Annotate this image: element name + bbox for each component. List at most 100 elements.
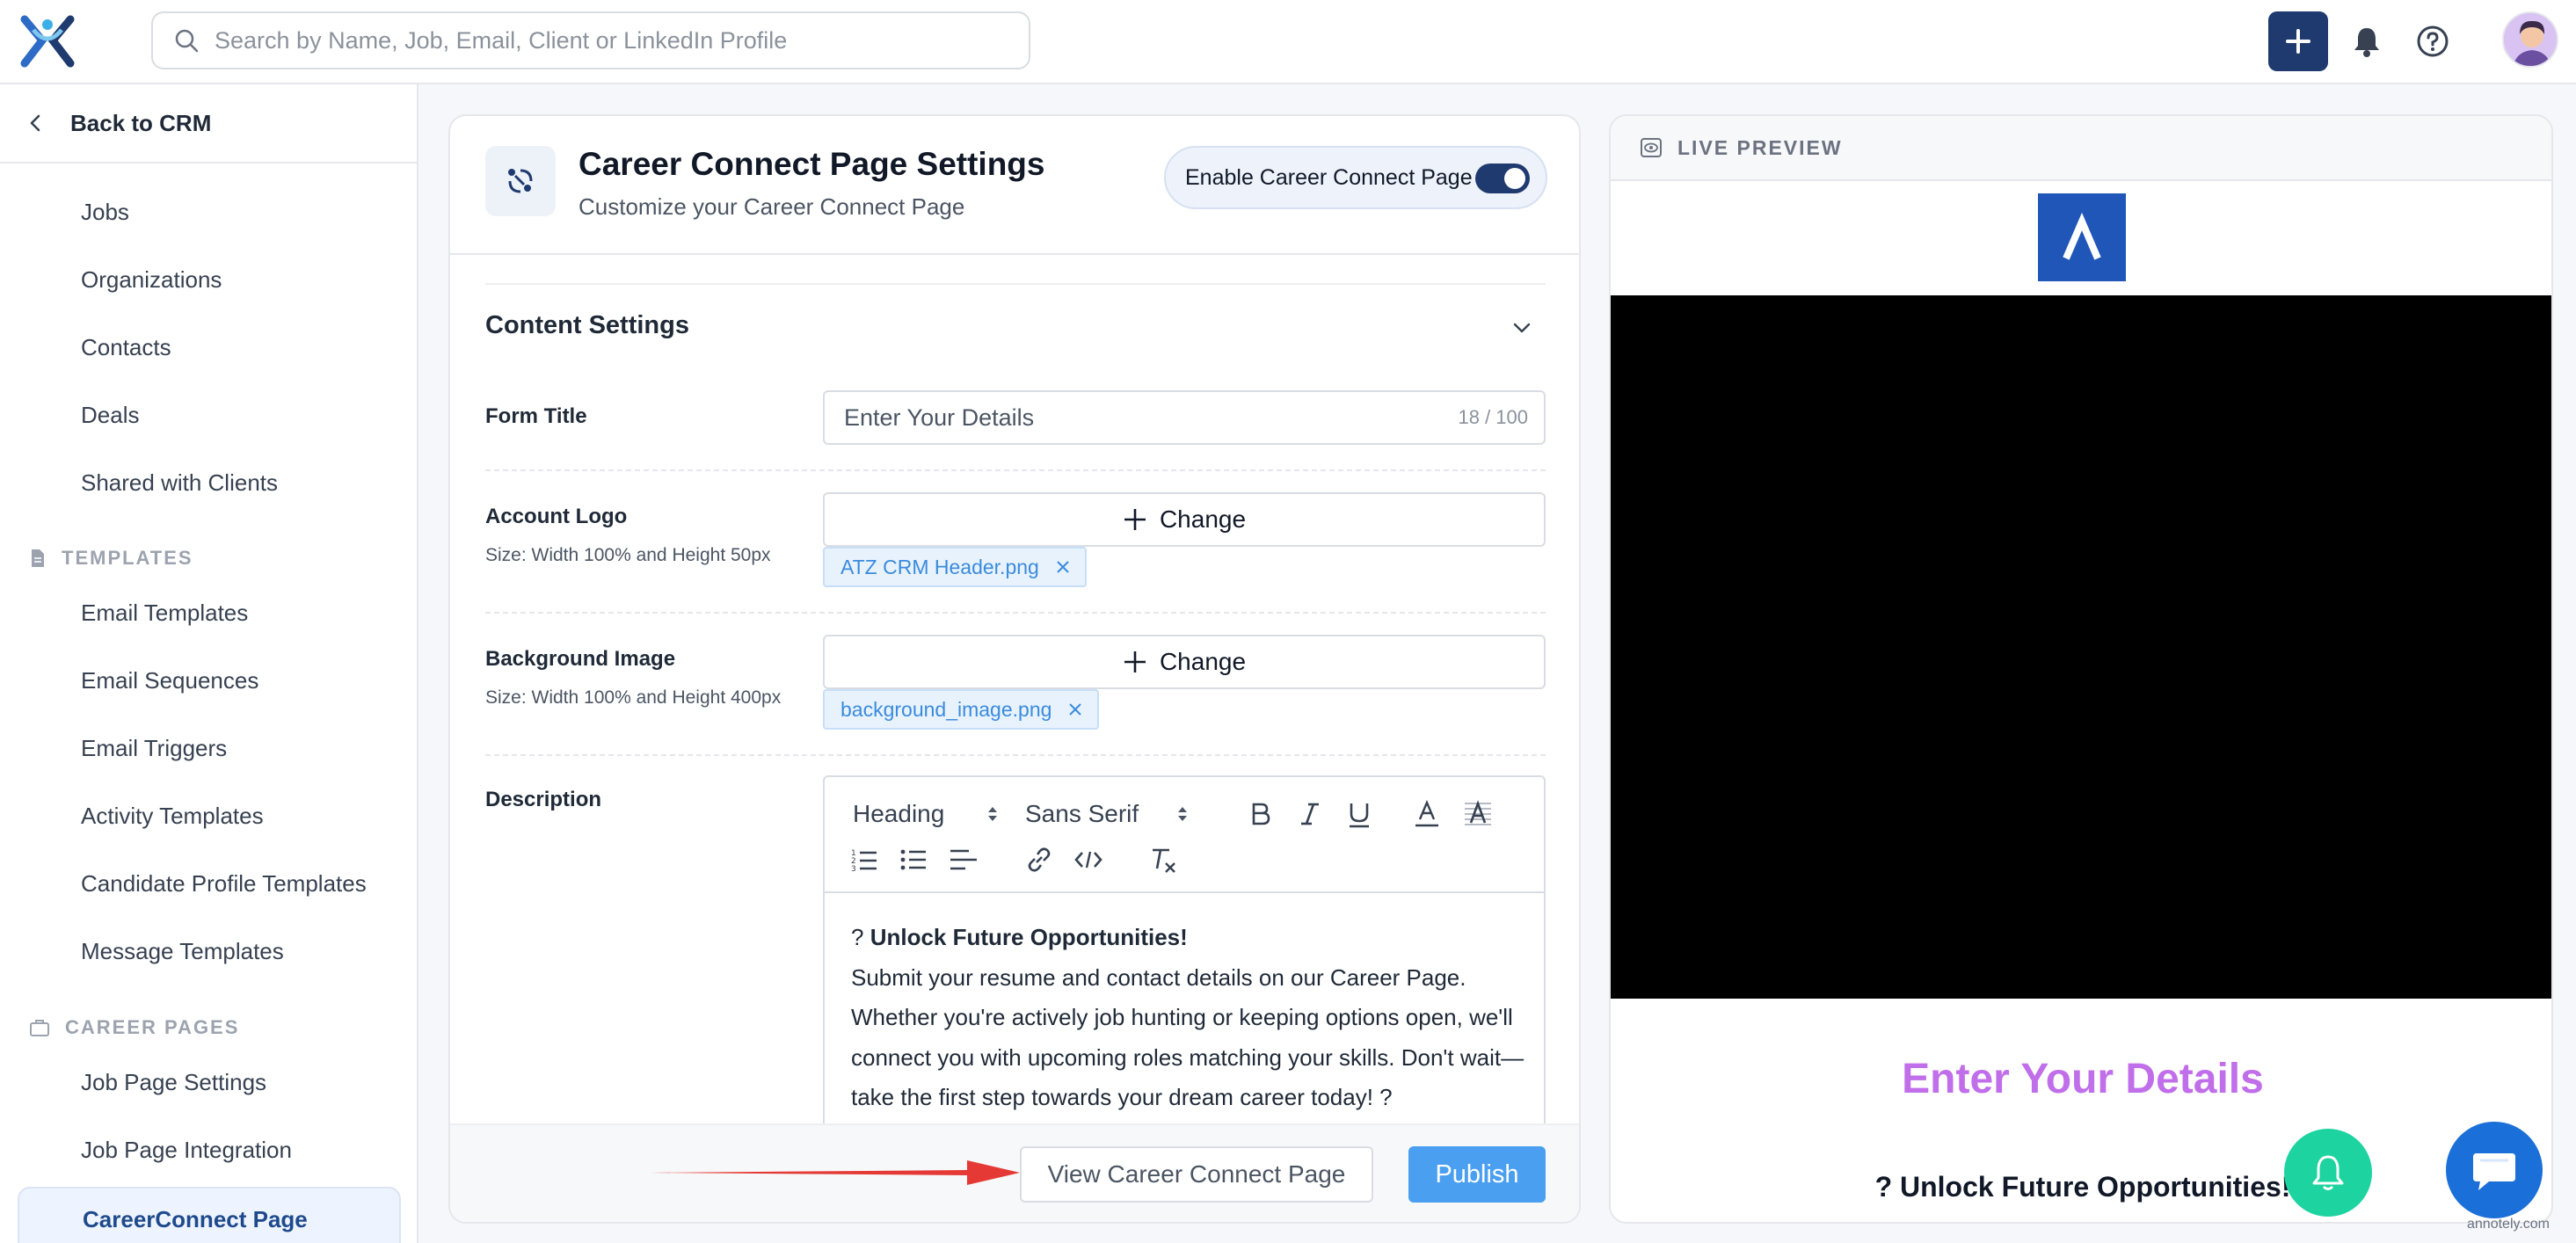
sidebar-item-contacts[interactable]: Contacts bbox=[81, 334, 171, 361]
floating-chat-button[interactable] bbox=[2446, 1122, 2543, 1218]
account-logo-file-chip: ATZ CRM Header.png bbox=[823, 547, 1087, 587]
field-divider bbox=[485, 469, 1546, 471]
content-settings-title[interactable]: Content Settings bbox=[485, 311, 689, 340]
chat-icon bbox=[2473, 1153, 2515, 1190]
enable-career-connect-label: Enable Career Connect Page bbox=[1185, 164, 1473, 190]
plus-icon bbox=[1124, 651, 1146, 672]
publish-button[interactable]: Publish bbox=[1408, 1146, 1546, 1203]
background-image-label: Background Image bbox=[485, 647, 676, 671]
user-avatar[interactable] bbox=[2502, 11, 2558, 68]
enable-career-connect-control: Enable Career Connect Page bbox=[1164, 146, 1547, 209]
account-logo-hint: Size: Width 100% and Height 50px bbox=[485, 545, 771, 565]
view-career-connect-page-button[interactable]: View Career Connect Page bbox=[1020, 1146, 1373, 1203]
preview-heading-text: Unlock Future Opportunities! bbox=[1900, 1171, 2291, 1203]
background-image-hint: Size: Width 100% and Height 400px bbox=[485, 687, 782, 708]
background-image-filename: background_image.png bbox=[840, 697, 1052, 721]
preview-form-title: Enter Your Details bbox=[1902, 1056, 2264, 1102]
background-color-icon[interactable] bbox=[1463, 800, 1493, 828]
select-arrows-icon bbox=[1178, 807, 1187, 821]
underline-icon[interactable] bbox=[1347, 802, 1372, 828]
preview-background-image bbox=[1611, 295, 2551, 999]
bold-icon[interactable] bbox=[1250, 802, 1271, 826]
plus-icon bbox=[2286, 29, 2310, 54]
bullet-list-icon[interactable] bbox=[900, 847, 927, 872]
heading-select[interactable]: Heading bbox=[853, 800, 944, 828]
add-button[interactable] bbox=[2268, 11, 2328, 71]
search-icon bbox=[175, 29, 199, 53]
sidebar-item-job-page-integration[interactable]: Job Page Integration bbox=[81, 1137, 292, 1164]
page-title: Career Connect Page Settings bbox=[579, 146, 1045, 182]
career-pages-header-label: CAREER PAGES bbox=[65, 1016, 240, 1038]
sidebar-item-deals[interactable]: Deals bbox=[81, 402, 139, 429]
page-subtitle: Customize your Career Connect Page bbox=[579, 193, 965, 220]
description-body-text: Submit your resume and contact details o… bbox=[851, 963, 1524, 1111]
templates-section-header: TEMPLATES bbox=[30, 547, 193, 570]
enable-career-connect-toggle[interactable] bbox=[1475, 164, 1530, 193]
sidebar-item-candidate-profile-templates[interactable]: Candidate Profile Templates bbox=[81, 870, 367, 898]
description-label: Description bbox=[485, 788, 602, 811]
description-emoji-placeholder: ? bbox=[851, 924, 870, 950]
form-title-label: Form Title bbox=[485, 404, 587, 428]
top-bar bbox=[0, 0, 2576, 84]
sidebar-item-activity-templates[interactable]: Activity Templates bbox=[81, 803, 264, 830]
description-editor-content[interactable]: ? Unlock Future Opportunities! Submit yo… bbox=[851, 918, 1528, 1118]
plus-icon bbox=[1124, 509, 1146, 530]
preview-emoji-placeholder: ? bbox=[1874, 1171, 1900, 1203]
sidebar-item-email-triggers[interactable]: Email Triggers bbox=[81, 735, 227, 762]
back-to-crm-label: Back to CRM bbox=[70, 109, 212, 136]
sidebar-item-organizations[interactable]: Organizations bbox=[81, 266, 222, 294]
live-preview-header: LIVE PREVIEW bbox=[1611, 116, 2551, 181]
sidebar-item-careerconnect-page[interactable]: CareerConnect Page bbox=[18, 1187, 401, 1243]
preview-description-heading: ? Unlock Future Opportunities! bbox=[1611, 1171, 2551, 1203]
remove-file-icon[interactable] bbox=[1055, 559, 1071, 575]
sidebar-item-active-label: CareerConnect Page bbox=[83, 1206, 308, 1232]
description-first-line: ? Unlock Future Opportunities! bbox=[851, 918, 1528, 958]
remove-file-icon[interactable] bbox=[1067, 701, 1083, 717]
career-connect-icon bbox=[485, 146, 556, 216]
sidebar: Back to CRM Jobs Organizations Contacts … bbox=[0, 84, 418, 1243]
svg-text:3: 3 bbox=[851, 865, 856, 872]
bell-icon bbox=[2312, 1155, 2344, 1190]
italic-icon[interactable] bbox=[1299, 802, 1321, 826]
align-icon[interactable] bbox=[950, 847, 978, 872]
watermark-text: annotely.com bbox=[2467, 1217, 2550, 1232]
background-image-change-button[interactable]: Change bbox=[823, 635, 1546, 689]
sidebar-item-email-templates[interactable]: Email Templates bbox=[81, 600, 248, 627]
back-to-crm-link[interactable]: Back to CRM bbox=[0, 84, 418, 164]
ordered-list-icon[interactable]: 1 2 3 bbox=[851, 847, 877, 872]
sidebar-item-job-page-settings[interactable]: Job Page Settings bbox=[81, 1069, 266, 1096]
form-title-char-count: 18 / 100 bbox=[1458, 406, 1528, 428]
account-logo-label: Account Logo bbox=[485, 505, 628, 528]
text-color-icon[interactable] bbox=[1414, 800, 1440, 828]
help-icon[interactable] bbox=[2416, 25, 2449, 58]
document-icon bbox=[32, 549, 44, 567]
form-title-input[interactable]: Enter Your Details 18 / 100 bbox=[823, 390, 1546, 445]
account-logo-change-button[interactable]: Change bbox=[823, 492, 1546, 547]
font-select[interactable]: Sans Serif bbox=[1025, 800, 1139, 828]
header-divider bbox=[450, 253, 1579, 255]
floating-notifications-button[interactable] bbox=[2284, 1129, 2372, 1217]
field-divider bbox=[485, 612, 1546, 614]
sidebar-item-jobs[interactable]: Jobs bbox=[81, 199, 129, 226]
app-logo-icon[interactable] bbox=[16, 12, 79, 69]
account-logo-filename: ATZ CRM Header.png bbox=[840, 555, 1039, 578]
templates-header-label: TEMPLATES bbox=[62, 547, 193, 569]
code-icon[interactable] bbox=[1074, 849, 1102, 870]
sidebar-item-shared-with-clients[interactable]: Shared with Clients bbox=[81, 469, 278, 497]
account-logo-change-label: Change bbox=[1159, 505, 1247, 533]
sidebar-item-email-sequences[interactable]: Email Sequences bbox=[81, 667, 258, 694]
select-arrows-icon bbox=[988, 807, 997, 821]
preview-account-logo-icon bbox=[2038, 193, 2126, 281]
eye-icon bbox=[1641, 138, 1662, 157]
chevron-left-icon bbox=[30, 114, 40, 132]
clear-formatting-icon[interactable] bbox=[1150, 847, 1178, 874]
notifications-bell-icon[interactable] bbox=[2351, 25, 2383, 58]
link-icon[interactable] bbox=[1025, 846, 1053, 874]
search-input[interactable] bbox=[215, 26, 1006, 55]
live-preview-panel: LIVE PREVIEW Enter Your Details ? Unlock… bbox=[1609, 114, 2553, 1224]
chevron-down-icon[interactable] bbox=[1510, 316, 1533, 339]
sidebar-item-message-templates[interactable]: Message Templates bbox=[81, 938, 284, 965]
background-image-file-chip: background_image.png bbox=[823, 689, 1100, 730]
global-search[interactable] bbox=[151, 11, 1030, 69]
field-divider bbox=[485, 754, 1546, 756]
